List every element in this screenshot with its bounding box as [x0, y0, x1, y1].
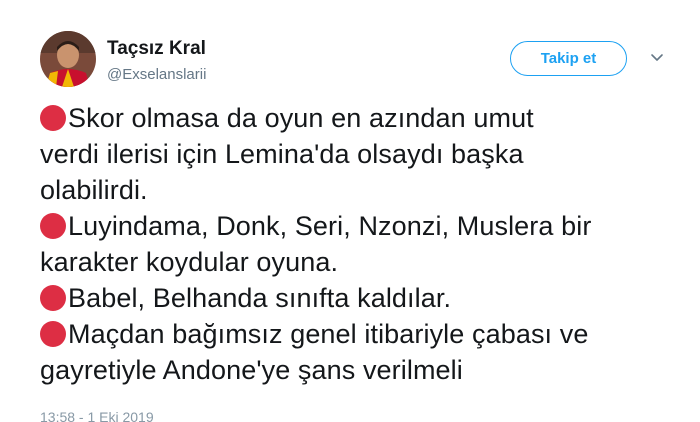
tweet-card: Taçsız Kral @Exselanslarii Takip et Skor…: [0, 0, 700, 422]
author-info: Taçsız Kral @Exselanslarii: [107, 38, 206, 84]
tweet-timestamp[interactable]: 13:58 - 1 Eki 2019: [40, 408, 154, 422]
tweet-menu-button[interactable]: [650, 51, 664, 65]
follow-button-label: Takip et: [540, 50, 597, 67]
author-avatar[interactable]: [40, 31, 96, 87]
tweet-line-text: verdi ilerisi için Lemina'da olsaydı baş…: [40, 139, 524, 169]
tweet-line: Skor olmasa da oyun en azından umut: [40, 100, 680, 136]
tweet-line: verdi ilerisi için Lemina'da olsaydı baş…: [40, 136, 680, 172]
red-circle-emoji: [40, 105, 66, 131]
tweet-line-text: karakter koydular oyuna.: [40, 247, 339, 277]
tweet-line: Luyindama, Donk, Seri, Nzonzi, Muslera b…: [40, 208, 680, 244]
red-circle-emoji: [40, 213, 66, 239]
tweet-line: Babel, Belhanda sınıfta kaldılar.: [40, 280, 680, 316]
red-circle-emoji: [40, 285, 66, 311]
tweet-line: karakter koydular oyuna.: [40, 244, 680, 280]
red-circle-emoji: [40, 321, 66, 347]
chevron-down-icon: [651, 54, 663, 61]
tweet-line-text: Skor olmasa da oyun en azından umut: [68, 103, 534, 133]
tweet-line-text: Maçdan bağımsız genel itibariyle çabası …: [68, 319, 589, 349]
user-handle[interactable]: @Exselanslarii: [107, 66, 206, 84]
tweet-text: Skor olmasa da oyun en azından umut verd…: [40, 100, 680, 388]
tweet-line: Maçdan bağımsız genel itibariyle çabası …: [40, 316, 680, 352]
tweet-line-text: Babel, Belhanda sınıfta kaldılar.: [68, 283, 452, 313]
display-name[interactable]: Taçsız Kral: [107, 38, 206, 60]
tweet-line-text: olabilirdi.: [40, 175, 148, 205]
avatar-photo: [40, 31, 96, 87]
tweet-line: gayretiyle Andone'ye şans verilmeli: [40, 352, 680, 388]
tweet-line-text: Luyindama, Donk, Seri, Nzonzi, Muslera b…: [68, 211, 592, 241]
tweet-line: olabilirdi.: [40, 172, 680, 208]
follow-button[interactable]: Takip et: [510, 41, 627, 76]
tweet-line-text: gayretiyle Andone'ye şans verilmeli: [40, 355, 463, 385]
